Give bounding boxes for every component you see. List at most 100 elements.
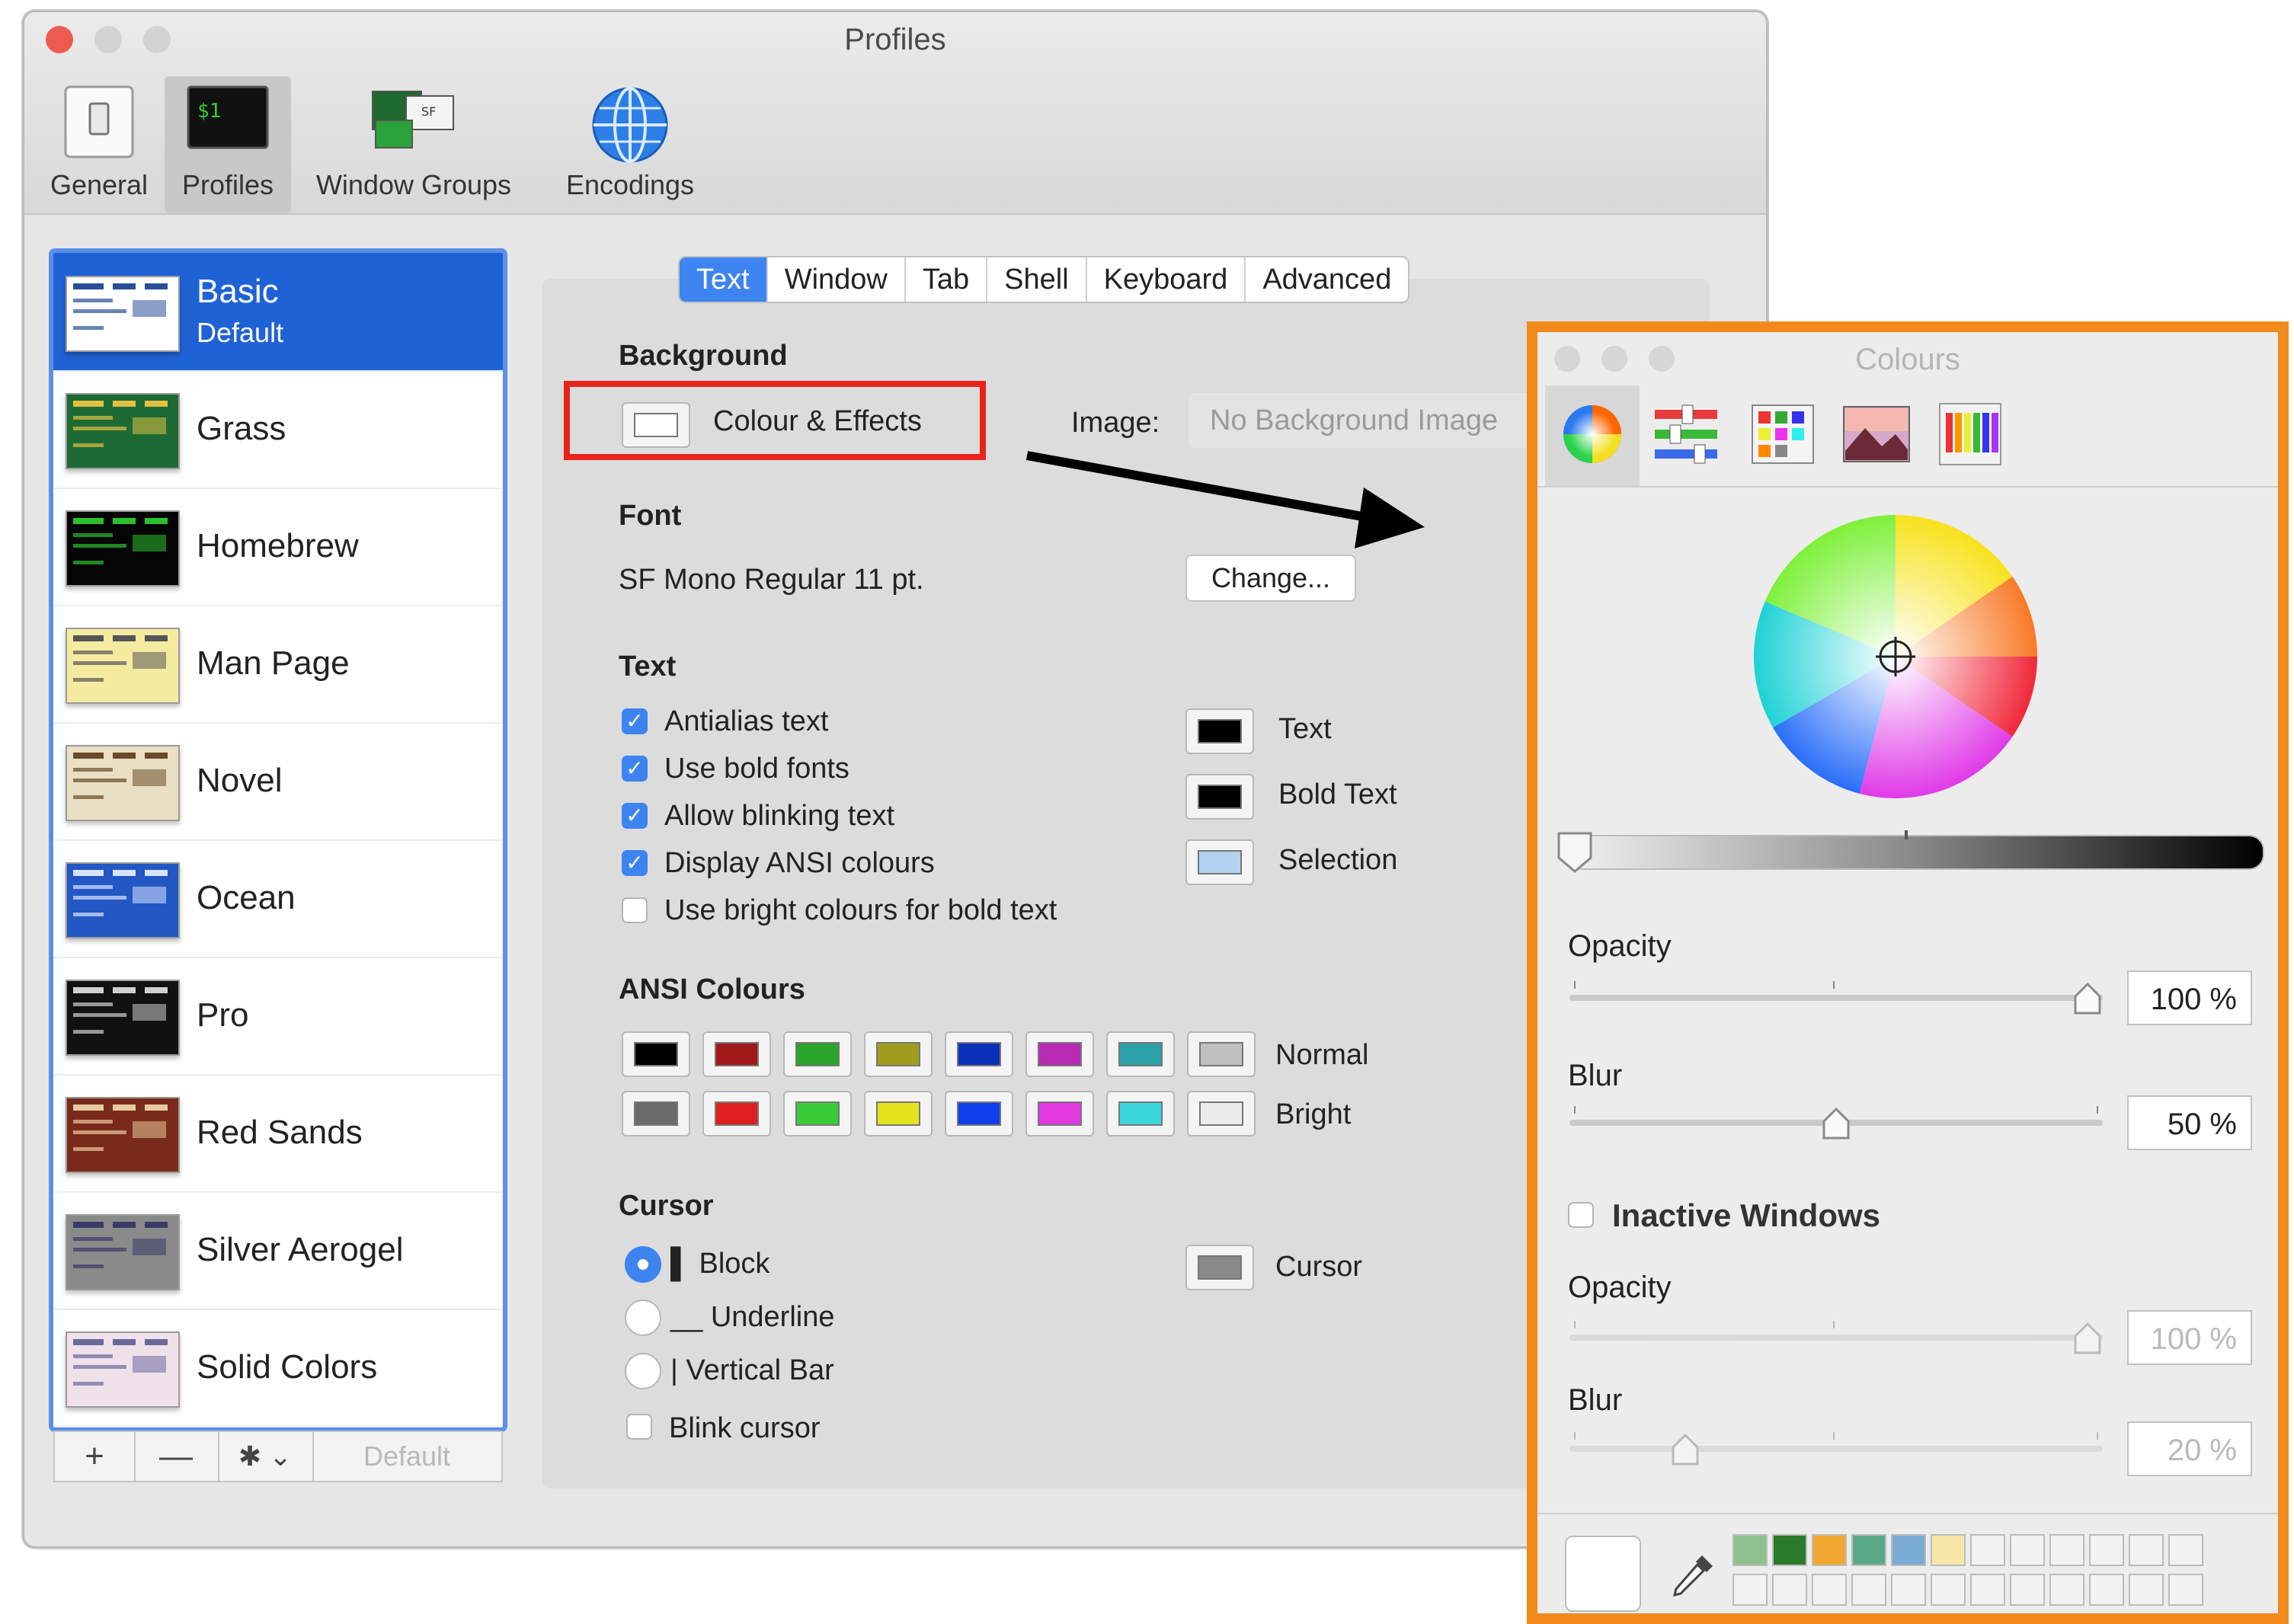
inactive-windows-checkbox[interactable] [1568, 1202, 1594, 1228]
ansi-normal-colour-well[interactable] [1187, 1031, 1256, 1077]
colour-swatch[interactable] [2089, 1534, 2124, 1566]
colour-swatch[interactable] [1851, 1534, 1886, 1566]
text-option-checkbox[interactable] [622, 897, 648, 923]
palettes-icon[interactable] [1751, 404, 1815, 465]
opacity-value-field[interactable]: 100 % [2127, 970, 2252, 1025]
ansi-normal-colour-well[interactable] [1025, 1031, 1094, 1077]
tab-tab[interactable]: Tab [906, 257, 988, 302]
image-palette-icon[interactable] [1842, 405, 1911, 463]
tab-keyboard[interactable]: Keyboard [1087, 257, 1246, 302]
ansi-normal-colour-well[interactable] [864, 1031, 933, 1077]
inactive-blur-slider[interactable] [1569, 1432, 2103, 1466]
text-colour-well[interactable] [1185, 708, 1254, 754]
colour-swatch[interactable] [2010, 1534, 2045, 1566]
ansi-bright-colour-well[interactable] [864, 1091, 933, 1136]
ansi-bright-colour-well[interactable] [1187, 1091, 1256, 1136]
text-option-checkbox[interactable]: ✓ [622, 850, 648, 876]
tab-text[interactable]: Text [680, 257, 768, 302]
ansi-normal-colour-well[interactable] [1106, 1031, 1175, 1077]
opacity-knob[interactable] [2072, 982, 2103, 1015]
ansi-bright-colour-well[interactable] [1025, 1091, 1094, 1136]
toolbar-profiles[interactable]: $1 Profiles [165, 76, 291, 213]
ansi-bright-colour-well[interactable] [1106, 1091, 1175, 1136]
blur-knob[interactable] [1821, 1107, 1851, 1140]
profile-item[interactable]: Novel [53, 722, 503, 841]
ansi-normal-colour-well[interactable] [702, 1031, 771, 1077]
inactive-opacity-knob[interactable] [2072, 1322, 2103, 1354]
colour-swatch[interactable] [1851, 1574, 1886, 1606]
colour-swatch[interactable] [1732, 1534, 1768, 1566]
ansi-normal-colour-well[interactable] [783, 1031, 852, 1077]
colour-swatch[interactable] [1970, 1534, 2005, 1566]
inactive-blur-value-field[interactable]: 20 % [2127, 1421, 2252, 1476]
current-colour-well[interactable] [1565, 1536, 1641, 1612]
colour-swatch[interactable] [2129, 1574, 2164, 1606]
colour-swatch[interactable] [1812, 1574, 1847, 1606]
ansi-bright-colour-well[interactable] [945, 1091, 1013, 1136]
colour-swatch[interactable] [2168, 1534, 2203, 1566]
tab-advanced[interactable]: Advanced [1246, 257, 1408, 302]
colour-swatch[interactable] [1772, 1534, 1807, 1566]
cursor-style-radio[interactable] [625, 1353, 661, 1389]
default-button[interactable]: Default [312, 1432, 501, 1481]
colour-swatch[interactable] [1970, 1574, 2005, 1606]
blur-value-field[interactable]: 50 % [2127, 1095, 2252, 1150]
colour-swatch[interactable] [1812, 1534, 1847, 1566]
profiles-list[interactable]: Basic Default Grass Homebrew Man Page Novel Oc… [49, 248, 507, 1432]
colour-swatch[interactable] [1891, 1574, 1926, 1606]
colour-swatch[interactable] [1732, 1574, 1768, 1606]
colour-swatch[interactable] [2010, 1574, 2045, 1606]
tab-window[interactable]: Window [768, 257, 906, 302]
inactive-blur-knob[interactable] [1670, 1433, 1701, 1466]
profile-item[interactable]: Solid Colors [53, 1309, 503, 1427]
ansi-bright-colour-well[interactable] [622, 1091, 690, 1136]
blink-cursor-checkbox[interactable] [626, 1414, 652, 1440]
cursor-colour-well[interactable] [1185, 1245, 1254, 1290]
sliders-icon[interactable] [1652, 404, 1720, 465]
brightness-slider[interactable] [1568, 835, 2264, 870]
ansi-bright-colour-well[interactable] [783, 1091, 852, 1136]
gear-menu-button[interactable]: ✱ ⌄ [218, 1432, 314, 1481]
colour-swatch[interactable] [2168, 1574, 2203, 1606]
profile-item[interactable]: Grass [53, 370, 503, 489]
remove-profile-button[interactable]: — [134, 1432, 219, 1481]
cursor-style-radio[interactable] [625, 1300, 661, 1336]
profile-item[interactable]: Basic Default [53, 253, 503, 372]
toolbar-general[interactable]: General [41, 76, 157, 213]
colour-swatch[interactable] [1772, 1574, 1807, 1606]
ansi-bright-colour-well[interactable] [702, 1091, 771, 1136]
colour-swatch[interactable] [1931, 1574, 1966, 1606]
profile-item[interactable]: Ocean [53, 839, 503, 958]
text-option-checkbox[interactable]: ✓ [622, 708, 648, 734]
colour-swatch[interactable] [1931, 1534, 1966, 1566]
colour-swatch[interactable] [2049, 1574, 2084, 1606]
colour-swatch[interactable] [2049, 1534, 2084, 1566]
profile-item[interactable]: Man Page [53, 605, 503, 724]
blur-slider[interactable] [1569, 1106, 2103, 1140]
inactive-opacity-value-field[interactable]: 100 % [2127, 1310, 2252, 1365]
profile-item[interactable]: Silver Aerogel [53, 1191, 503, 1310]
text-colour-well[interactable] [1185, 774, 1254, 820]
inactive-opacity-slider[interactable] [1569, 1321, 2103, 1354]
toolbar-encodings[interactable]: Encodings [535, 76, 725, 213]
change-font-button[interactable]: Change... [1185, 555, 1356, 602]
colour-wheel-mode[interactable] [1545, 385, 1640, 486]
text-option-checkbox[interactable]: ✓ [622, 803, 648, 829]
add-profile-button[interactable]: + [55, 1432, 136, 1481]
profile-item[interactable]: Pro [53, 957, 503, 1076]
ansi-normal-colour-well[interactable] [945, 1031, 1013, 1077]
colour-wheel[interactable] [1751, 512, 2040, 801]
profile-item[interactable]: Homebrew [53, 488, 503, 606]
colour-swatch[interactable] [2089, 1574, 2124, 1606]
text-colour-well[interactable] [1185, 839, 1254, 885]
toolbar-window-groups[interactable]: SF Window Groups [300, 76, 527, 213]
text-option-checkbox[interactable]: ✓ [622, 756, 648, 782]
profile-item[interactable]: Red Sands [53, 1074, 503, 1193]
cursor-style-radio[interactable] [625, 1246, 661, 1283]
ansi-normal-colour-well[interactable] [622, 1031, 690, 1077]
colour-swatch[interactable] [1891, 1534, 1926, 1566]
brightness-knob[interactable] [1556, 830, 1594, 873]
colour-swatch[interactable] [2129, 1534, 2164, 1566]
eyedropper-icon[interactable] [1669, 1551, 1717, 1600]
tab-shell[interactable]: Shell [987, 257, 1087, 302]
